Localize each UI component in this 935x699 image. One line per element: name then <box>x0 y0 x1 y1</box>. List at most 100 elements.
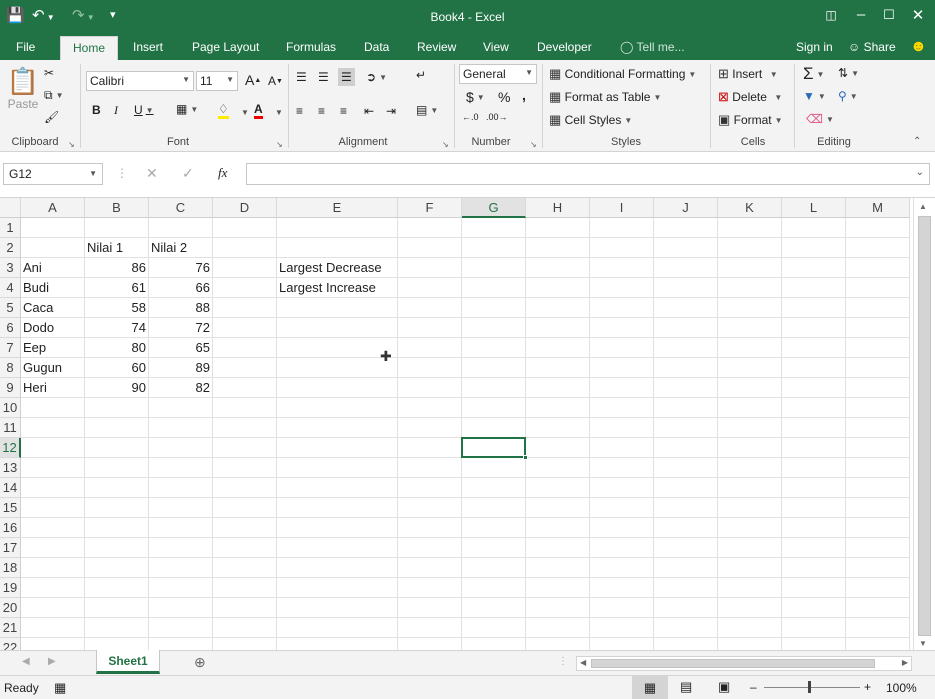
horizontal-scrollbar[interactable]: ◀ ▶ <box>576 656 912 671</box>
cell-l22[interactable] <box>782 638 846 650</box>
cell-i17[interactable] <box>590 538 654 558</box>
cell-m6[interactable] <box>846 318 910 338</box>
cell-c11[interactable] <box>149 418 213 438</box>
cell-k10[interactable] <box>718 398 782 418</box>
cell-a8[interactable]: Gugun <box>21 358 85 378</box>
cell-m22[interactable] <box>846 638 910 650</box>
cell-f4[interactable] <box>398 278 462 298</box>
column-header-b[interactable]: B <box>85 198 149 218</box>
vertical-scroll-thumb[interactable] <box>918 216 931 636</box>
cell-k5[interactable] <box>718 298 782 318</box>
cell-h13[interactable] <box>526 458 590 478</box>
cell-d22[interactable] <box>213 638 277 650</box>
fill-handle[interactable] <box>523 455 528 460</box>
cell-i10[interactable] <box>590 398 654 418</box>
zoom-out-icon[interactable]: – <box>750 680 757 694</box>
cell-f20[interactable] <box>398 598 462 618</box>
align-top-icon[interactable]: ☰ <box>296 70 307 84</box>
cell-j15[interactable] <box>654 498 718 518</box>
cell-styles-button[interactable]: ▦ Cell Styles▼ <box>549 112 632 128</box>
cell-b22[interactable] <box>85 638 149 650</box>
cell-f22[interactable] <box>398 638 462 650</box>
cell-g18[interactable] <box>462 558 526 578</box>
orientation-icon[interactable]: ➲▼ <box>366 70 387 84</box>
tab-data[interactable]: Data <box>364 40 389 54</box>
row-header-18[interactable]: 18 <box>0 558 21 578</box>
sort-filter-icon[interactable]: ⇅▼ <box>838 66 859 80</box>
cell-l1[interactable] <box>782 218 846 238</box>
cell-b21[interactable] <box>85 618 149 638</box>
cell-e6[interactable] <box>277 318 398 338</box>
scroll-down-icon[interactable]: ▼ <box>919 639 927 648</box>
cell-b11[interactable] <box>85 418 149 438</box>
cell-h3[interactable] <box>526 258 590 278</box>
fill-icon[interactable]: ▼▼ <box>803 89 826 103</box>
cell-h20[interactable] <box>526 598 590 618</box>
cell-b7[interactable]: 80 <box>85 338 149 358</box>
cell-h10[interactable] <box>526 398 590 418</box>
cell-b18[interactable] <box>85 558 149 578</box>
cell-i21[interactable] <box>590 618 654 638</box>
row-header-22[interactable]: 22 <box>0 638 21 650</box>
column-header-c[interactable]: C <box>149 198 213 218</box>
cell-k19[interactable] <box>718 578 782 598</box>
cell-d18[interactable] <box>213 558 277 578</box>
cell-a1[interactable] <box>21 218 85 238</box>
cell-j8[interactable] <box>654 358 718 378</box>
conditional-formatting-button[interactable]: ▦ Conditional Formatting▼ <box>549 66 696 82</box>
cell-i11[interactable] <box>590 418 654 438</box>
zoom-slider-thumb[interactable] <box>808 681 811 693</box>
cell-i14[interactable] <box>590 478 654 498</box>
increase-decimal-icon[interactable]: ←.0 <box>462 112 479 122</box>
cell-l11[interactable] <box>782 418 846 438</box>
cell-d11[interactable] <box>213 418 277 438</box>
cell-j22[interactable] <box>654 638 718 650</box>
cell-a7[interactable]: Eep <box>21 338 85 358</box>
font-launcher-icon[interactable]: ↘ <box>276 140 283 149</box>
cell-e18[interactable] <box>277 558 398 578</box>
cell-d21[interactable] <box>213 618 277 638</box>
cell-a2[interactable] <box>21 238 85 258</box>
wrap-text-icon[interactable]: ↵ <box>416 68 426 82</box>
cell-j17[interactable] <box>654 538 718 558</box>
cell-h8[interactable] <box>526 358 590 378</box>
tab-page-layout[interactable]: Page Layout <box>192 40 259 54</box>
align-bottom-icon[interactable]: ☰ <box>338 68 355 86</box>
cell-c12[interactable] <box>149 438 213 458</box>
cell-g14[interactable] <box>462 478 526 498</box>
cell-f13[interactable] <box>398 458 462 478</box>
cell-a21[interactable] <box>21 618 85 638</box>
cell-f19[interactable] <box>398 578 462 598</box>
cell-j2[interactable] <box>654 238 718 258</box>
confirm-entry-icon[interactable]: ✓ <box>182 165 194 182</box>
row-header-10[interactable]: 10 <box>0 398 21 418</box>
cell-i7[interactable] <box>590 338 654 358</box>
decrease-indent-icon[interactable]: ⇤ <box>364 104 374 118</box>
bold-button[interactable]: B <box>92 103 101 117</box>
cell-j10[interactable] <box>654 398 718 418</box>
cell-l12[interactable] <box>782 438 846 458</box>
cell-f10[interactable] <box>398 398 462 418</box>
zoom-in-icon[interactable]: + <box>864 680 871 694</box>
cell-l8[interactable] <box>782 358 846 378</box>
number-format-combo[interactable]: General▼ <box>459 64 537 84</box>
cell-i3[interactable] <box>590 258 654 278</box>
cell-g22[interactable] <box>462 638 526 650</box>
cell-m3[interactable] <box>846 258 910 278</box>
cell-h1[interactable] <box>526 218 590 238</box>
cell-j7[interactable] <box>654 338 718 358</box>
cell-f15[interactable] <box>398 498 462 518</box>
cell-e5[interactable] <box>277 298 398 318</box>
cell-i12[interactable] <box>590 438 654 458</box>
cell-d1[interactable] <box>213 218 277 238</box>
paste-button[interactable]: 📋 Paste <box>8 66 38 111</box>
cell-l18[interactable] <box>782 558 846 578</box>
cell-b5[interactable]: 58 <box>85 298 149 318</box>
format-as-table-button[interactable]: ▦ Format as Table▼ <box>549 89 661 105</box>
cell-c14[interactable] <box>149 478 213 498</box>
cell-g10[interactable] <box>462 398 526 418</box>
row-header-8[interactable]: 8 <box>0 358 21 378</box>
cell-a18[interactable] <box>21 558 85 578</box>
cell-i9[interactable] <box>590 378 654 398</box>
cell-h18[interactable] <box>526 558 590 578</box>
